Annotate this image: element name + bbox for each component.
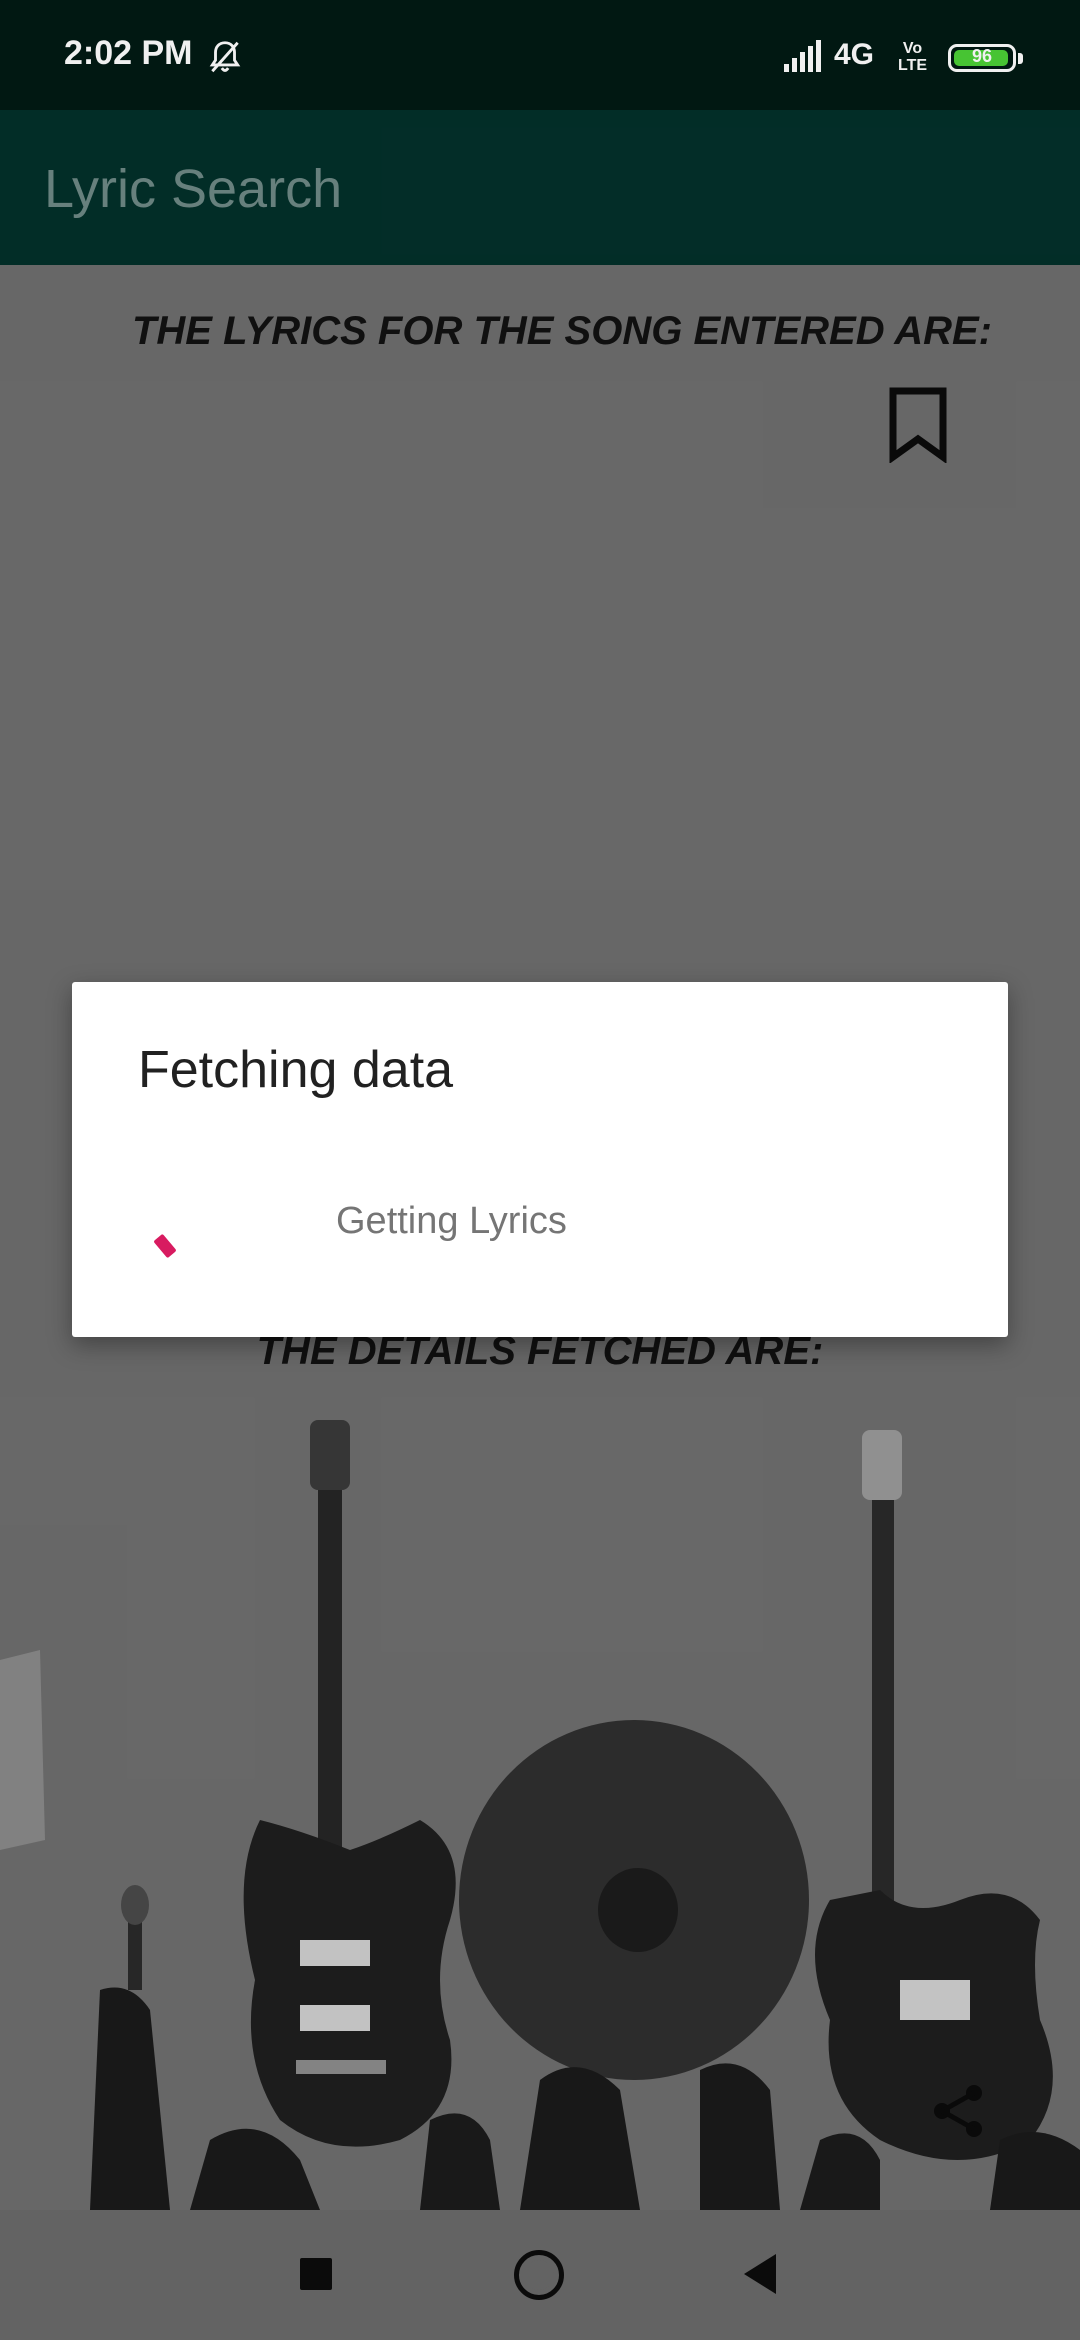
back-icon[interactable] [742, 2252, 778, 2296]
progress-dialog: Fetching data Getting Lyrics [72, 982, 1008, 1337]
dialog-message: Getting Lyrics [336, 1200, 567, 1242]
recents-icon[interactable] [300, 2258, 332, 2290]
home-icon[interactable] [514, 2250, 564, 2300]
navigation-bar [0, 2210, 1080, 2340]
home-icon-inner [524, 2260, 554, 2290]
dialog-title: Fetching data [138, 1041, 454, 1099]
progress-spinner-icon [153, 1233, 177, 1259]
